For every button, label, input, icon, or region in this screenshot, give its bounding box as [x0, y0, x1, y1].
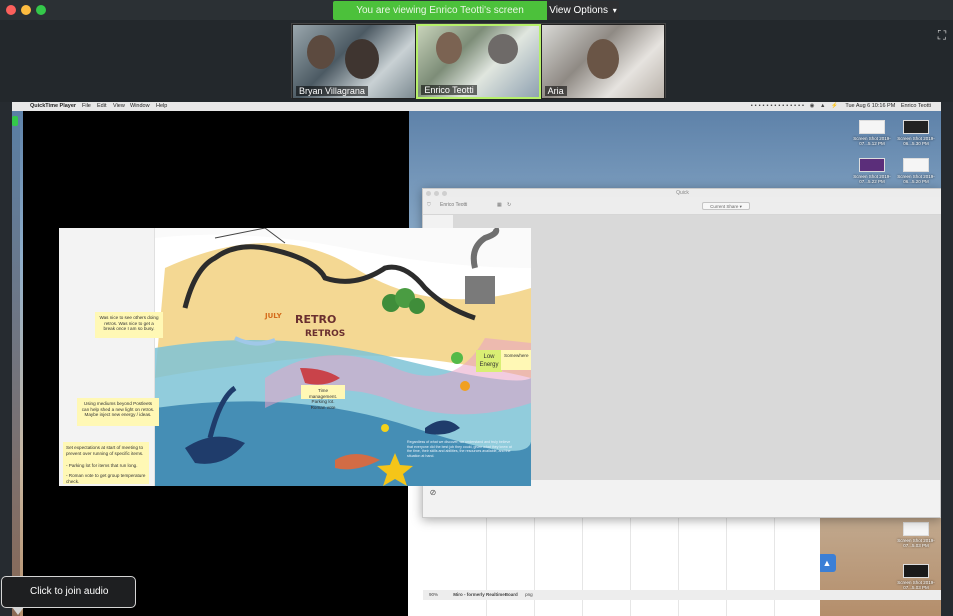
close-dot[interactable] — [426, 191, 431, 196]
desktop-file-icon[interactable]: Screen Shot 2019-07...5.22 PM — [849, 158, 895, 188]
zoom-window-button[interactable] — [36, 5, 46, 15]
svg-text:RETROS: RETROS — [305, 329, 345, 339]
screenshot-thumbnail — [903, 522, 929, 536]
participant-tile-active-speaker[interactable]: Enrico Teotti — [416, 24, 541, 99]
participant-video-face — [345, 39, 379, 79]
menu-help[interactable]: Help — [156, 102, 167, 111]
board-canvas: RETRO RETROS JULY Was nice to see others… — [59, 228, 531, 486]
participant-tile[interactable]: Aria — [540, 24, 665, 99]
menu-app-name[interactable]: QuickTime Player — [30, 102, 76, 111]
no-tool-icon[interactable]: ⊘ — [427, 487, 439, 499]
desktop-file-icon[interactable]: Screen Shot 2019-06...5.20 PM — [893, 158, 939, 188]
menu-view[interactable]: View — [113, 102, 125, 111]
desktop-file-icon[interactable]: Screen Shot 2019-06...5.30 PM — [893, 120, 939, 150]
desktop-file-label: Screen Shot 2019-06...5.20 PM — [897, 174, 935, 184]
finder-column-divider — [726, 511, 727, 616]
zoom-dot[interactable] — [442, 191, 447, 196]
sticky-note[interactable]: - Parking lot for items that run long. — [63, 462, 149, 472]
prime-directive-text: Regardless of what we discover, we under… — [407, 440, 512, 458]
screenshot-thumbnail — [903, 158, 929, 172]
quick-title-text: Quick — [676, 190, 689, 196]
user-icon[interactable]: ⛉ — [427, 202, 431, 208]
desktop-file-label: Screen Shot 2019-07...5.03 PM — [897, 538, 935, 548]
menu-window[interactable]: Window — [130, 102, 150, 111]
board-title-text: RETRO — [295, 313, 336, 326]
finder-column-divider — [534, 511, 535, 616]
chevron-down-icon: ▾ — [612, 6, 617, 15]
format-dropdown[interactable]: png — [525, 592, 533, 597]
participant-video-face — [436, 32, 463, 64]
participant-name: Bryan Villagrana — [296, 86, 368, 96]
join-audio-button[interactable]: Click to join audio — [1, 576, 136, 608]
quick-status-bar: 90% Miro - formerly RealtimeBoard png — [423, 590, 941, 600]
google-drive-icon[interactable]: ▲ — [818, 554, 836, 572]
refresh-icon[interactable]: ↻ — [507, 202, 511, 208]
finder-column-divider — [630, 511, 631, 616]
zoom-title-bar: You are viewing Enrico Teotti's screen V… — [0, 0, 953, 20]
sticky-note[interactable]: Time management. Parking lot. Roman vote — [301, 385, 345, 410]
finder-column-divider — [582, 511, 583, 616]
document-name: Miro - formerly RealtimeBoard — [453, 592, 518, 597]
sticky-note[interactable]: Using mediums beyond Postleets can help … — [77, 398, 159, 426]
zoom-window: You are viewing Enrico Teotti's screen V… — [0, 0, 953, 616]
screenshot-thumbnail — [859, 158, 885, 172]
join-audio-label: Click to join audio — [30, 586, 109, 597]
finder-column-divider — [486, 511, 487, 616]
sticky-note[interactable]: Somewhere — [501, 350, 531, 370]
participant-tile[interactable]: Bryan Villagrana — [292, 24, 417, 99]
audio-tooltip-tail — [12, 607, 24, 615]
minimize-dot[interactable] — [434, 191, 439, 196]
finder-column-divider — [678, 511, 679, 616]
desktop-file-label: Screen Shot 2019-07...5.22 PM — [853, 174, 891, 184]
desktop-file-label: Screen Shot 2019-07...5.12 PM — [853, 136, 891, 146]
menu-bar-status: ▪▪▪▪▪▪▪▪▪▪▪▪▪▪ ◉ ▲ ⚡ Tue Aug 6 10:16 PM … — [751, 102, 931, 111]
svg-text:JULY: JULY — [264, 312, 283, 320]
shared-screen: QuickTime Player File Edit View Window H… — [12, 102, 941, 616]
fullscreen-icon[interactable]: ⛶ — [935, 28, 949, 42]
zoom-level: 90% — [429, 592, 439, 597]
menu-edit[interactable]: Edit — [97, 102, 106, 111]
view-options-button[interactable]: View Options ▾ — [547, 1, 619, 20]
participant-name: Enrico Teotti — [421, 85, 477, 95]
grid-icon[interactable]: ▦ — [497, 202, 502, 208]
screenshot-thumbnail — [859, 120, 885, 134]
minimize-window-button[interactable] — [21, 5, 31, 15]
miro-board: RETRO RETROS JULY Was nice to see others… — [59, 228, 531, 486]
menu-file[interactable]: File — [82, 102, 91, 111]
desktop-file-label: Screen Shot 2019-06...5.30 PM — [897, 136, 935, 146]
participant-name: Aria — [544, 86, 567, 96]
sticky-note[interactable]: Low Energy — [476, 350, 502, 372]
status-icons: ▪▪▪▪▪▪▪▪▪▪▪▪▪▪ ◉ ▲ ⚡ — [750, 103, 840, 109]
window-indicator — [12, 116, 18, 126]
desktop-file-label: Screen Shot 2019-07...5.03 PM — [897, 580, 935, 590]
screenshot-thumbnail — [903, 564, 929, 578]
current-share-label: Current Share — [710, 204, 739, 209]
sticky-note[interactable]: Was nice to see others doing retros. Was… — [95, 312, 163, 338]
mac-menu-bar: QuickTime Player File Edit View Window H… — [12, 102, 941, 111]
screen-share-banner: You are viewing Enrico Teotti's screen — [333, 1, 547, 20]
menu-user: Enrico Teotti — [900, 103, 931, 109]
finder-column-divider — [774, 511, 775, 616]
menu-clock: Tue Aug 6 10:16 PM — [845, 103, 896, 109]
participant-gallery: Bryan Villagrana Enrico Teotti Aria — [291, 23, 666, 99]
quick-user: Enrico Teotti — [440, 202, 468, 208]
desktop-file-icon[interactable]: Screen Shot 2019-07...5.03 PM — [893, 522, 939, 552]
sticky-note[interactable]: Set expectations at start of meeting to … — [63, 442, 149, 462]
view-options-label: View Options — [549, 5, 608, 16]
screenshot-thumbnail — [903, 120, 929, 134]
finder-window — [438, 510, 820, 616]
desktop-file-icon[interactable]: Screen Shot 2019-07...5.12 PM — [849, 120, 895, 150]
quick-window-title: Quick — [423, 189, 941, 197]
current-share-dropdown[interactable]: Current Share ▾ — [702, 202, 750, 210]
participant-video-face — [586, 39, 619, 79]
desktop-edge — [12, 111, 20, 616]
participant-video-face — [488, 34, 519, 64]
participant-video-face — [307, 35, 335, 69]
quick-toolbar: ⛉ Enrico Teotti ▦ ↻ Current Share ▾ — [423, 197, 941, 215]
sticky-note[interactable]: - Roman vote to get group temperature ch… — [63, 472, 149, 484]
close-window-button[interactable] — [6, 5, 16, 15]
